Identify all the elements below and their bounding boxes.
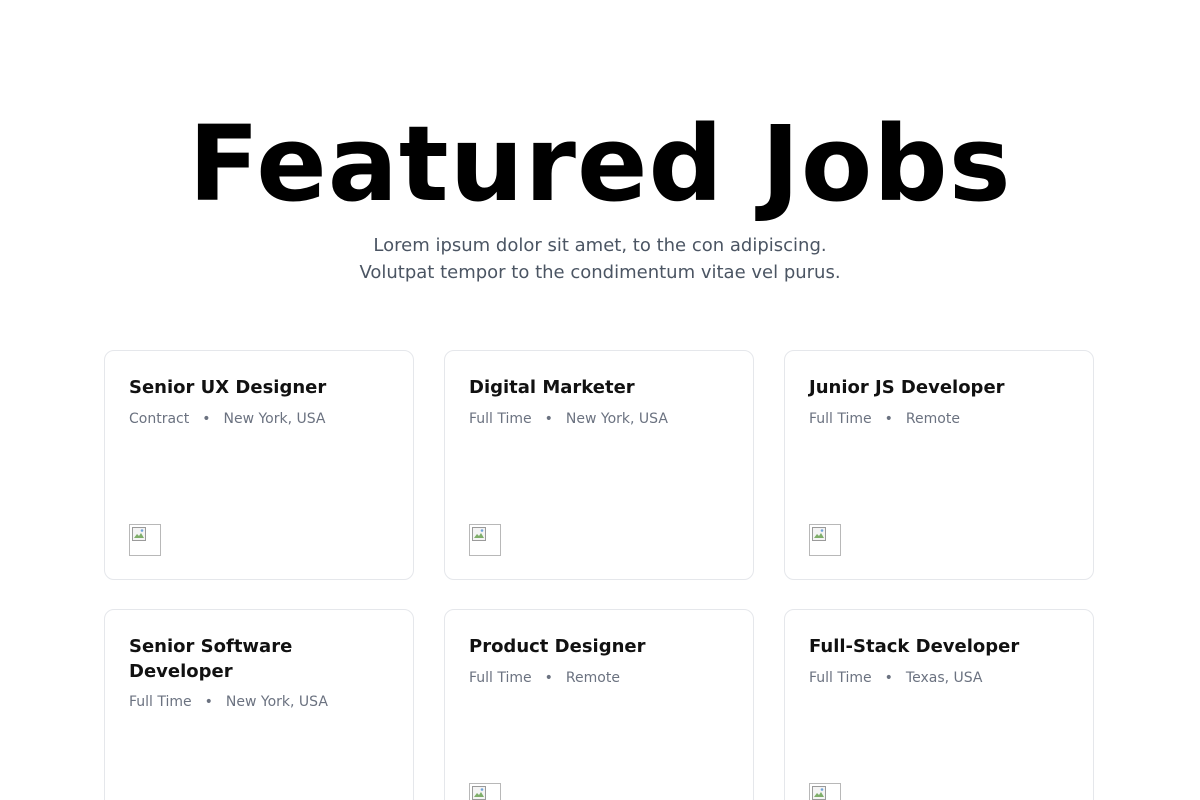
job-type: Full Time xyxy=(809,670,872,686)
job-location: Remote xyxy=(565,670,620,686)
job-meta: Full Time • Texas, USA xyxy=(809,669,983,687)
job-title[interactable]: Product Designer xyxy=(469,634,731,659)
job-location: New York, USA xyxy=(225,694,328,710)
company-logo xyxy=(809,524,841,556)
broken-image-icon xyxy=(812,786,826,800)
job-type: Contract xyxy=(129,411,190,427)
job-title[interactable]: Digital Marketer xyxy=(469,375,731,400)
job-meta: Full Time • Remote xyxy=(809,410,960,428)
job-meta: Full Time • New York, USA xyxy=(469,410,668,428)
subtitle-line-1: Lorem ipsum dolor sit amet, to the con a… xyxy=(373,235,827,256)
job-card[interactable]: Junior JS Developer Full Time • Remote xyxy=(784,350,1094,580)
job-card[interactable]: Product Designer Full Time • Remote xyxy=(444,609,754,800)
meta-separator: • xyxy=(884,411,893,427)
job-title[interactable]: Junior JS Developer xyxy=(809,375,1071,400)
company-logo xyxy=(469,524,501,556)
job-location: New York, USA xyxy=(223,411,326,427)
featured-jobs-page: Featured Jobs Lorem ipsum dolor sit amet… xyxy=(0,0,1200,800)
meta-separator: • xyxy=(544,411,553,427)
job-card[interactable]: Senior UX Designer Contract • New York, US… xyxy=(104,350,414,580)
broken-image-icon xyxy=(132,527,146,541)
broken-image-icon xyxy=(472,786,486,800)
broken-image-icon xyxy=(812,527,826,541)
job-card[interactable]: Full-Stack Developer Full Time • Texas, US… xyxy=(784,609,1094,800)
job-card[interactable]: Senior Software Developer Full Time • New … xyxy=(104,609,414,800)
job-type: Full Time xyxy=(129,694,192,710)
job-meta: Contract • New York, USA xyxy=(129,410,325,428)
job-type: Full Time xyxy=(469,411,532,427)
meta-separator: • xyxy=(202,411,211,427)
job-card[interactable]: Digital Marketer Full Time • New York, USA xyxy=(444,350,754,580)
job-location: New York, USA xyxy=(565,411,668,427)
meta-separator: • xyxy=(204,694,213,710)
subtitle-line-2: Volutpat tempor to the condimentum vitae… xyxy=(359,262,841,283)
page-title: Featured Jobs xyxy=(188,103,1012,225)
job-title[interactable]: Senior UX Designer xyxy=(129,375,391,400)
company-logo xyxy=(469,783,501,800)
job-type: Full Time xyxy=(469,670,532,686)
meta-separator: • xyxy=(544,670,553,686)
page-subtitle: Lorem ipsum dolor sit amet, to the con a… xyxy=(0,232,1200,286)
job-location: Texas, USA xyxy=(905,670,983,686)
job-type: Full Time xyxy=(809,411,872,427)
meta-separator: • xyxy=(884,670,893,686)
company-logo xyxy=(129,524,161,556)
job-title[interactable]: Senior Software Developer xyxy=(129,634,391,684)
broken-image-icon xyxy=(472,527,486,541)
job-meta: Full Time • Remote xyxy=(469,669,620,687)
job-location: Remote xyxy=(905,411,960,427)
job-title[interactable]: Full-Stack Developer xyxy=(809,634,1071,659)
company-logo xyxy=(809,783,841,800)
job-meta: Full Time • New York, USA xyxy=(129,693,328,711)
